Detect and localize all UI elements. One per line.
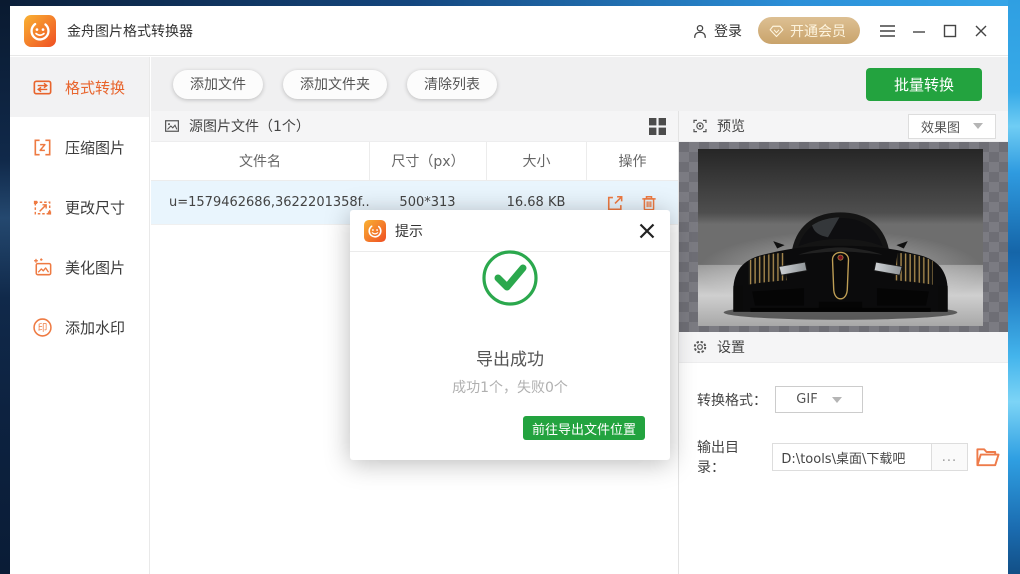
- sidebar-item-format-convert[interactable]: 格式转换: [10, 57, 149, 117]
- output-label: 输出目录：: [697, 440, 739, 476]
- column-header-size: 大小: [486, 142, 586, 180]
- preview-canvas: [679, 142, 1008, 332]
- vip-label: 开通会员: [790, 23, 846, 40]
- desktop-background: 金舟图片格式转换器 登录 开通会员 格式转换 压缩图片 更改尺寸 美化图片 印 …: [0, 0, 1020, 574]
- settings-title: 设置: [717, 340, 745, 356]
- format-label: 转换格式：: [697, 392, 767, 409]
- app-title: 金舟图片格式转换器: [67, 23, 193, 40]
- output-setting-row: 输出目录： D:\tools\桌面\下载吧 ...: [697, 440, 1000, 476]
- add-folder-button[interactable]: 添加文件夹: [283, 69, 387, 99]
- sidebar-item-label: 压缩图片: [65, 138, 126, 157]
- compress-image-icon: [34, 138, 51, 156]
- dialog-detail: 成功1个，失败0个: [452, 380, 568, 396]
- file-size-cell: 16.68 KB: [506, 195, 566, 210]
- resize-icon: [33, 200, 52, 215]
- gear-icon: [693, 340, 707, 354]
- column-header-dimensions: 尺寸（px）: [369, 142, 486, 180]
- column-header-filename: 文件名: [239, 154, 281, 170]
- sidebar-item-compress[interactable]: 压缩图片: [10, 117, 149, 177]
- browse-more-button[interactable]: ...: [931, 444, 967, 470]
- svg-text:印: 印: [38, 321, 48, 333]
- dialog-message: 导出成功: [476, 350, 544, 370]
- open-folder-icon[interactable]: [975, 446, 1000, 468]
- window-controls: [874, 17, 994, 44]
- sidebar-item-label: 美化图片: [65, 258, 126, 277]
- titlebar: 金舟图片格式转换器 登录 开通会员: [10, 6, 1008, 56]
- dialog-title: 提示: [395, 223, 423, 240]
- clear-list-button[interactable]: 清除列表: [407, 69, 497, 99]
- diamond-icon: [769, 25, 784, 38]
- file-dimensions-cell: 500*313: [399, 195, 456, 210]
- grid-view-icon[interactable]: [649, 117, 666, 135]
- format-dropdown[interactable]: GIF: [775, 386, 863, 413]
- sidebar-item-label: 格式转换: [65, 78, 126, 97]
- minimize-icon[interactable]: [905, 17, 932, 44]
- dialog-close-icon[interactable]: [638, 222, 656, 240]
- file-name-cell: u=1579462686,3622201358f...: [169, 195, 369, 210]
- sidebar-item-watermark[interactable]: 印 添加水印: [10, 297, 149, 357]
- app-logo-icon: [24, 14, 56, 47]
- chevron-down-icon: [973, 123, 983, 129]
- success-check-icon: [480, 248, 540, 312]
- sidebar-item-resize[interactable]: 更改尺寸: [10, 177, 149, 237]
- maximize-icon[interactable]: [936, 17, 963, 44]
- image-icon: [165, 120, 179, 132]
- add-file-button[interactable]: 添加文件: [173, 69, 263, 99]
- column-header-actions: 操作: [586, 142, 678, 180]
- preview-panel: 预览 效果图 设置 转换格式： GIF 输出目录： D:\tools\桌面\下载…: [678, 111, 1008, 574]
- go-to-export-location-button[interactable]: 前往导出文件位置: [522, 416, 645, 440]
- preview-title: 预览: [717, 119, 745, 135]
- source-files-header: 源图片文件（1个）: [151, 111, 678, 142]
- settings-body: 转换格式： GIF 输出目录： D:\tools\桌面\下载吧 ...: [679, 363, 1008, 574]
- wallpaper-right-strip: [1008, 0, 1020, 574]
- dialog-header: 提示: [350, 210, 670, 252]
- login-button[interactable]: 登录: [691, 21, 742, 41]
- beautify-image-icon: [34, 257, 52, 275]
- chevron-down-icon: [831, 396, 842, 403]
- toolbar: 添加文件 添加文件夹 清除列表 批量转换: [151, 57, 1008, 111]
- watermark-icon: 印: [33, 317, 52, 337]
- format-setting-row: 转换格式： GIF: [697, 386, 1000, 413]
- wallpaper-left-strip: [0, 0, 10, 574]
- output-path-value: D:\tools\桌面\下载吧: [781, 451, 906, 467]
- sidebar-item-beautify[interactable]: 美化图片: [10, 237, 149, 297]
- preview-eye-icon: [693, 119, 707, 133]
- sidebar: 格式转换 压缩图片 更改尺寸 美化图片 印 添加水印: [10, 57, 150, 574]
- format-convert-icon: [33, 79, 52, 95]
- source-files-title: 源图片文件（1个）: [189, 119, 310, 135]
- login-label: 登录: [714, 23, 742, 40]
- file-table-header: 文件名 尺寸（px） 大小 操作: [151, 142, 678, 181]
- batch-convert-button[interactable]: 批量转换: [866, 68, 982, 101]
- preview-image-car: [698, 149, 983, 326]
- sidebar-item-label: 更改尺寸: [65, 198, 126, 217]
- close-icon[interactable]: [967, 17, 994, 44]
- sidebar-item-label: 添加水印: [65, 318, 126, 337]
- dialog-logo-icon: [364, 219, 386, 242]
- app-window: 金舟图片格式转换器 登录 开通会员 格式转换 压缩图片 更改尺寸 美化图片 印 …: [10, 6, 1008, 574]
- format-value: GIF: [796, 392, 818, 407]
- preview-header: 预览 效果图: [679, 111, 1008, 142]
- settings-header: 设置: [679, 332, 1008, 363]
- output-path-field[interactable]: D:\tools\桌面\下载吧 ...: [772, 443, 968, 471]
- vip-button[interactable]: 开通会员: [758, 17, 860, 44]
- export-result-dialog: 提示 导出成功 成功1个，失败0个 前往导出文件位置: [350, 210, 670, 460]
- menu-icon[interactable]: [874, 17, 901, 44]
- preview-mode-dropdown[interactable]: 效果图: [908, 113, 996, 139]
- person-icon: [694, 24, 706, 38]
- preview-mode-value: 效果图: [920, 120, 960, 136]
